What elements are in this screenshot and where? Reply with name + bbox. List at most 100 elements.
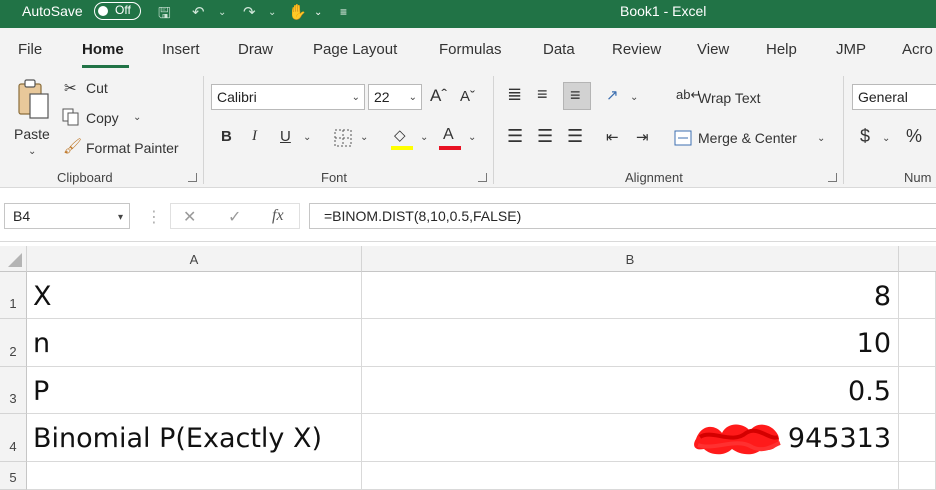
- alignment-launcher-icon[interactable]: [828, 173, 837, 182]
- row-header[interactable]: 4: [0, 414, 27, 462]
- decrease-indent-icon[interactable]: ⇤: [606, 128, 619, 146]
- percent-button[interactable]: %: [906, 126, 922, 147]
- tab-home[interactable]: Home: [82, 41, 124, 58]
- tab-jmp[interactable]: JMP: [836, 41, 866, 58]
- tab-insert[interactable]: Insert: [162, 41, 200, 58]
- cell-c5[interactable]: [899, 462, 936, 490]
- orientation-icon[interactable]: ↗: [606, 86, 619, 104]
- tab-help[interactable]: Help: [766, 41, 797, 58]
- merge-center-button[interactable]: Merge & Center: [698, 130, 797, 146]
- cell-c1[interactable]: [899, 272, 936, 319]
- fill-color-button[interactable]: ◇: [390, 126, 416, 152]
- redo-dropdown-icon[interactable]: ⌄: [268, 7, 276, 18]
- tab-file[interactable]: File: [18, 41, 42, 58]
- insert-function-icon[interactable]: fx: [272, 207, 284, 225]
- top-align-icon[interactable]: ≣: [507, 84, 522, 105]
- autosave-label: AutoSave: [22, 3, 83, 19]
- tab-formulas[interactable]: Formulas: [439, 41, 502, 58]
- undo-icon[interactable]: ↶: [192, 3, 205, 21]
- fill-color-dropdown-icon[interactable]: ⌄: [420, 132, 428, 143]
- customize-qat-icon[interactable]: ≡: [340, 5, 347, 19]
- name-box[interactable]: B4 ▾: [4, 203, 130, 229]
- cell-b5[interactable]: [362, 462, 899, 490]
- font-group-label: Font: [321, 170, 348, 185]
- borders-dropdown-icon[interactable]: ⌄: [360, 132, 368, 143]
- borders-icon[interactable]: [333, 128, 353, 148]
- currency-button[interactable]: $: [860, 126, 870, 147]
- redo-icon[interactable]: ↷: [243, 3, 256, 21]
- font-color-button[interactable]: A: [438, 126, 464, 152]
- row-header[interactable]: 5: [0, 462, 27, 490]
- font-size-value: 22: [374, 89, 390, 105]
- align-center-icon[interactable]: ☰: [537, 126, 553, 147]
- select-all-button[interactable]: [0, 246, 27, 272]
- underline-button[interactable]: U: [280, 128, 291, 145]
- column-header-b[interactable]: B: [362, 246, 899, 272]
- cell-c4[interactable]: [899, 414, 936, 462]
- paste-button[interactable]: Paste ⌄: [10, 76, 58, 160]
- cell-b2[interactable]: 10: [362, 319, 899, 367]
- touch-dropdown-icon[interactable]: ⌄: [314, 7, 322, 18]
- clipboard-group-label: Clipboard: [57, 170, 113, 185]
- select-all-triangle-icon: [8, 253, 22, 267]
- undo-dropdown-icon[interactable]: ⌄: [218, 7, 226, 18]
- cell-a3[interactable]: P: [27, 367, 362, 414]
- increase-indent-icon[interactable]: ⇥: [636, 128, 649, 146]
- paint-bucket-icon: ◇: [394, 127, 406, 144]
- align-right-icon[interactable]: ☰: [567, 126, 583, 147]
- font-family-value: Calibri: [217, 89, 257, 105]
- chevron-down-icon: ⌄: [408, 92, 417, 103]
- format-painter-button[interactable]: Format Painter: [86, 140, 179, 156]
- bold-button[interactable]: B: [221, 128, 232, 145]
- cell-c3[interactable]: [899, 367, 936, 414]
- bottom-align-button[interactable]: ≡: [563, 82, 591, 110]
- column-header-c[interactable]: [899, 246, 936, 272]
- paste-dropdown-icon[interactable]: ⌄: [28, 146, 36, 157]
- enter-icon[interactable]: ✓: [228, 207, 241, 227]
- clipboard-launcher-icon[interactable]: [188, 173, 197, 182]
- row-header[interactable]: 2: [0, 319, 27, 367]
- row-header[interactable]: 1: [0, 272, 27, 319]
- number-format-select[interactable]: General: [852, 84, 936, 110]
- cell-b4[interactable]: 945313: [362, 414, 899, 462]
- wrap-text-button[interactable]: Wrap Text: [698, 90, 761, 106]
- cell-b1[interactable]: 8: [362, 272, 899, 319]
- tab-review[interactable]: Review: [612, 41, 661, 58]
- tab-view[interactable]: View: [697, 41, 729, 58]
- cell-c2[interactable]: [899, 319, 936, 367]
- middle-align-icon[interactable]: ≡: [537, 84, 548, 105]
- cell-b3[interactable]: 0.5: [362, 367, 899, 414]
- tab-data[interactable]: Data: [543, 41, 575, 58]
- cell-a4[interactable]: Binomial P(Exactly X): [27, 414, 362, 462]
- orientation-dropdown-icon[interactable]: ⌄: [630, 92, 638, 103]
- font-family-select[interactable]: Calibri ⌄: [211, 84, 365, 110]
- chevron-down-icon: ⌄: [351, 92, 360, 103]
- font-size-select[interactable]: 22 ⌄: [368, 84, 422, 110]
- touch-mode-icon[interactable]: ✋: [288, 3, 307, 21]
- cell-a1[interactable]: X: [27, 272, 362, 319]
- tab-draw[interactable]: Draw: [238, 41, 273, 58]
- autosave-toggle[interactable]: Off: [94, 2, 141, 20]
- column-header-a[interactable]: A: [27, 246, 362, 272]
- save-icon[interactable]: 🖫: [158, 3, 171, 28]
- font-launcher-icon[interactable]: [478, 173, 487, 182]
- currency-dropdown-icon[interactable]: ⌄: [882, 133, 890, 144]
- copy-dropdown-icon[interactable]: ⌄: [133, 112, 141, 123]
- copy-button[interactable]: Copy: [86, 110, 119, 126]
- toggle-knob: [98, 6, 108, 16]
- underline-dropdown-icon[interactable]: ⌄: [303, 132, 311, 143]
- row-header[interactable]: 3: [0, 367, 27, 414]
- merge-dropdown-icon[interactable]: ⌄: [817, 133, 825, 144]
- tab-page-layout[interactable]: Page Layout: [313, 41, 397, 58]
- increase-font-icon[interactable]: Aˆ: [430, 86, 447, 106]
- tab-acrobat[interactable]: Acro: [902, 41, 933, 58]
- cell-a5[interactable]: [27, 462, 362, 490]
- font-color-dropdown-icon[interactable]: ⌄: [468, 132, 476, 143]
- italic-button[interactable]: I: [252, 128, 257, 145]
- cancel-icon[interactable]: ✕: [183, 207, 196, 227]
- cell-a2[interactable]: n: [27, 319, 362, 367]
- decrease-font-icon[interactable]: Aˇ: [460, 88, 475, 105]
- cut-button[interactable]: Cut: [86, 80, 108, 96]
- align-left-icon[interactable]: ☰: [507, 126, 523, 147]
- formula-input[interactable]: =BINOM.DIST(8,10,0.5,FALSE): [309, 203, 936, 229]
